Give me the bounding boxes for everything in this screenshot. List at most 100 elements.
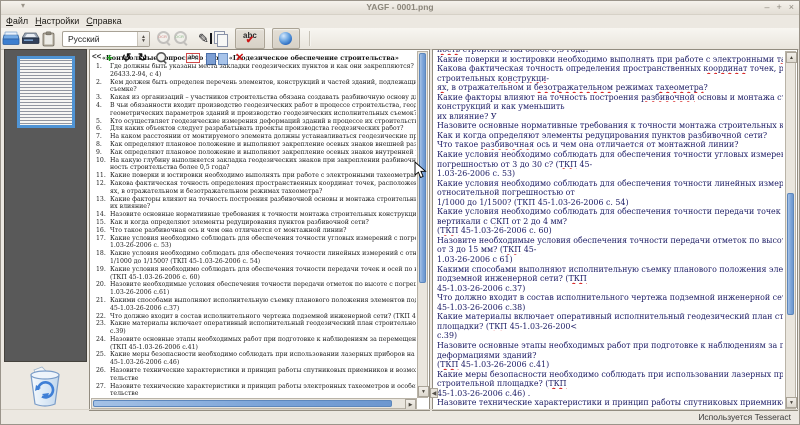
- recognized-line: Назовите основные этапы необходимых рабо…: [437, 340, 783, 350]
- recognized-line: Какие поверки и юстировки необходимо вып…: [437, 54, 783, 64]
- scroll-up-icon[interactable]: ▲: [786, 52, 797, 63]
- document-line: 7. На каком расстоянии от монтируемого эл…: [96, 133, 416, 141]
- thumbnail-page-preview: [20, 59, 72, 125]
- recognized-text-panel[interactable]: ность строительства более 0,5 года? Какие…: [432, 49, 798, 411]
- recognize-button[interactable]: [271, 28, 300, 49]
- recognize-abc-icon[interactable]: abc: [186, 53, 201, 63]
- copy-text-icon: [213, 31, 228, 47]
- text-vscroll-thumb[interactable]: [787, 193, 794, 315]
- document-line: 20. Назовите необходимые условия обеспече…: [96, 281, 416, 289]
- paste-image-button[interactable]: [42, 29, 55, 48]
- thumbnail-panel[interactable]: [4, 49, 87, 362]
- recognized-line: 45-1.03-26-2006 с.37): [437, 283, 526, 293]
- open-image-button[interactable]: [2, 29, 20, 48]
- document-line: (ТКП 45-1.03-26-2006 с.41): [110, 343, 198, 351]
- recognized-line: вертикали с СКП от 2 до 4 мм?: [437, 216, 567, 226]
- recognized-line: относительной погрешностью от: [437, 188, 575, 198]
- document-line: 26433.2-94, с 4): [110, 70, 162, 78]
- language-value: Русский: [68, 33, 100, 44]
- document-line: 1.03-26-2006 с.61): [110, 289, 170, 297]
- ocr-page-button[interactable]: OCR: [157, 29, 172, 48]
- document-line: 17. Какие условия необходимо соблюдать дл…: [96, 234, 416, 242]
- recognized-line: их влияние? У: [437, 111, 497, 121]
- document-line: 1/1000 до 1/1500? (ТКП 45-1.03-26-2006 с…: [110, 257, 261, 265]
- document-line: 13. Какие факторы влияют на точность пост…: [96, 195, 416, 203]
- scan-button[interactable]: [22, 29, 40, 48]
- maximize-button[interactable]: +: [776, 1, 781, 13]
- document-line: (ТКП 45-1.03-26-2006 с. 60): [110, 273, 200, 281]
- document-line: 3. Какая из организаций – участников стро…: [96, 94, 416, 102]
- recognized-line: 45-1.03-26-2006 с.46) .: [437, 388, 531, 398]
- document-line: 27. Назовите технические характеристики и…: [96, 382, 416, 390]
- title-bar[interactable]: ▾ YAGF - 0001.png – + ×: [1, 1, 799, 15]
- recognized-line: (ТКП 45-1.03-26-2006 с.41): [437, 360, 550, 370]
- menu-help[interactable]: Справка: [86, 15, 128, 27]
- scroll-down-icon[interactable]: ▼: [418, 386, 429, 397]
- combo-spinner-icon[interactable]: ▲ ▼: [137, 31, 149, 46]
- recognized-line: Назовите технические характеристики и пр…: [437, 398, 783, 408]
- recognized-line: Какие условия необходимо соблюдать для о…: [437, 150, 783, 160]
- document-line: 45-1.03-26-2006 с.37): [110, 304, 180, 312]
- status-bar: Используется Tesseract: [1, 409, 799, 424]
- status-engine-label: Используется Tesseract: [698, 412, 791, 422]
- recognized-line: Назовите основные нормативные требования…: [437, 121, 783, 131]
- document-line: 10. На какую глубину выполняется закладка…: [96, 156, 416, 164]
- image-vertical-scrollbar[interactable]: ▼: [417, 51, 429, 398]
- image-vscroll-thumb[interactable]: [419, 53, 426, 283]
- thumbnail-selected[interactable]: [17, 56, 75, 128]
- scroll-down-icon[interactable]: ▼: [786, 397, 797, 408]
- ocr-all-pages-button[interactable]: OCR: [174, 29, 189, 48]
- image-view-panel[interactable]: << «Контрольные вопросы по курсу «Геодез…: [89, 49, 430, 411]
- document-lines: 1. Где должны быть указаны места закладки…: [93, 63, 416, 403]
- close-button[interactable]: ×: [789, 1, 794, 13]
- document-line: 14. Назовите основные нормативные требова…: [96, 211, 416, 219]
- spellcheck-toggle[interactable]: abc ✔: [234, 28, 265, 49]
- recognized-line: Что такое разбивочная ось и чем она отли…: [437, 140, 739, 150]
- trash-icon: [30, 366, 60, 407]
- recognized-line: строительных конструкци-: [437, 73, 550, 83]
- recognized-line: погрешностью от 3 до 30 с? (ТКП 45-: [437, 159, 593, 169]
- document-line: 1.03-26-2006 с. 53): [110, 242, 172, 250]
- document-line: 5. Кто осуществляет геодезические измерен…: [96, 117, 416, 125]
- recognized-line: подземной инженерной сети? (ТКП: [437, 274, 587, 284]
- recognized-line: Какие условия необходимо соблюдать для о…: [437, 178, 783, 188]
- recognized-line: строительной площадке? (ТКП: [437, 379, 567, 389]
- ocr-all-pages-icon: OCR: [174, 31, 189, 46]
- document-line: 19. Какие условия необходимо соблюдать дл…: [96, 265, 416, 273]
- recognized-line: конструкций и как уменьшить: [437, 102, 565, 112]
- document-line: ях, в отражательном и безотражательном р…: [110, 187, 323, 195]
- trash-button[interactable]: [22, 364, 68, 410]
- text-vertical-scrollbar[interactable]: ▲ ▼: [785, 51, 797, 409]
- document-line: 25. Какие меры безопасности необходимо со…: [96, 351, 416, 359]
- recognized-line: Какие условия необходимо соблюдать для о…: [437, 207, 783, 217]
- recognized-line: 1.03-26-2006 с. 53): [437, 169, 516, 179]
- recognized-line: Что должно входит в состав исполнительно…: [437, 293, 783, 303]
- collapse-toolbar-button[interactable]: <<: [92, 52, 101, 61]
- document-line: тельстве: [110, 374, 139, 382]
- image-hscroll-thumb[interactable]: [93, 400, 392, 407]
- menu-settings[interactable]: Настройки: [35, 15, 86, 27]
- pen-settings-button[interactable]: ✎: [198, 29, 212, 48]
- document-line: 9. Как определяют плановое положение и вы…: [96, 148, 416, 156]
- recognize-orb-icon: [279, 32, 293, 45]
- open-image-icon: [2, 31, 20, 45]
- menu-file[interactable]: Файл: [6, 15, 35, 27]
- splitter-collapse-arrow[interactable]: ◀: [430, 388, 438, 398]
- document-line: 12. Какова фактическая точность определен…: [96, 179, 416, 187]
- recognized-line: Какие материалы включает оперативный исп…: [437, 312, 783, 322]
- document-line: 45-1.03-26-2006 с.46): [110, 359, 180, 367]
- language-select[interactable]: Русский ▲ ▼: [62, 30, 150, 47]
- recognized-line: Какие меры безопасности необходимо соблю…: [437, 369, 783, 379]
- minimize-button[interactable]: –: [764, 1, 769, 13]
- recognized-line: Какими способами выполняют исполнительну…: [437, 264, 783, 274]
- document-line: 4. В чьи обязанности входит производство …: [96, 101, 416, 109]
- document-line: 11. Какие поверки и юстировки необходимо …: [96, 172, 416, 180]
- spellcheck-abc-icon: abc ✔: [243, 31, 257, 46]
- recognized-line: Какова фактическая точность определения …: [437, 64, 783, 74]
- copy-text-button[interactable]: [213, 29, 228, 48]
- main-toolbar: Русский ▲ ▼ OCR OCR ✎ abc ✔: [1, 28, 799, 50]
- recognized-line: 45-1.03-26-2006 с.38): [437, 302, 526, 312]
- document-line: 24. Назовите основные этапы необходимых р…: [96, 335, 416, 343]
- image-horizontal-scrollbar[interactable]: ▶: [91, 398, 417, 410]
- document-line: геометрических параметров зданий и произ…: [110, 109, 416, 117]
